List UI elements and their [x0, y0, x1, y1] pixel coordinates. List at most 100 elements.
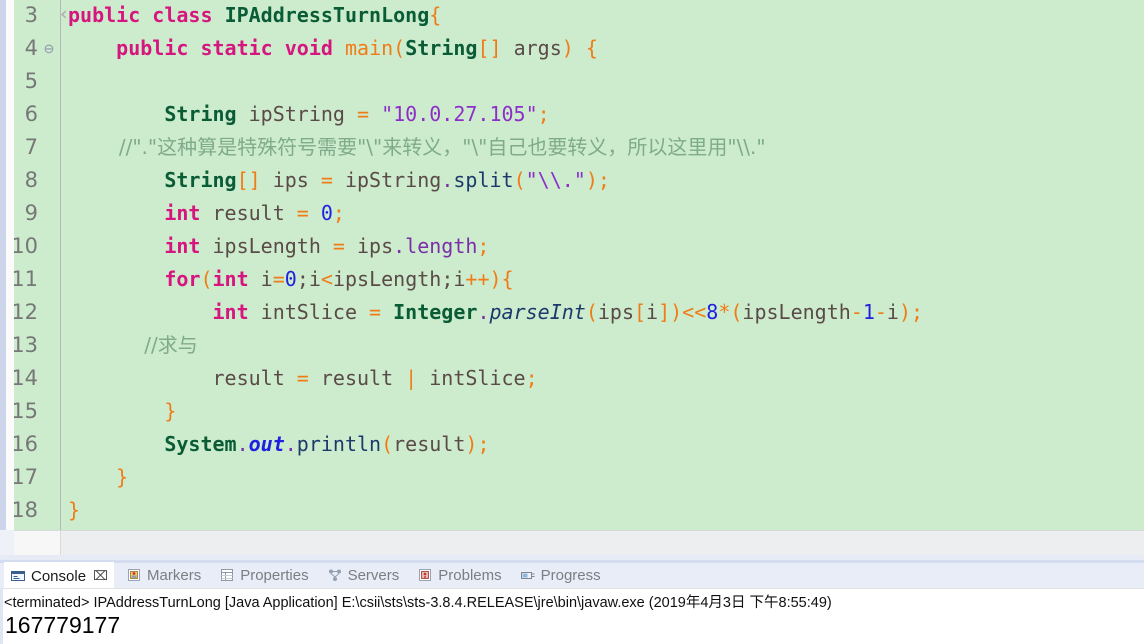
line-number: 18	[14, 498, 38, 522]
code-token: //求与	[144, 333, 198, 357]
code-token: System	[164, 432, 237, 456]
code-token: class	[152, 3, 213, 27]
console-launch-info: <terminated> IPAddressTurnLong [Java App…	[4, 595, 832, 611]
tab-properties[interactable]: Properties	[213, 562, 314, 588]
line-number-gutter[interactable]: 3 4 ⊖ 5 6 7 8 9 10 11 12 13 14 15 16 17 18	[14, 0, 61, 530]
tab-label: Markers	[147, 566, 202, 584]
code-line[interactable]: //"."这种算是特殊符号需要"\"来转义，"\"自己也要转义，所以这里用"\\…	[68, 131, 766, 164]
code-line[interactable]: int ipsLength = ips.length;	[68, 230, 489, 263]
code-token: ;	[537, 102, 550, 126]
tab-servers[interactable]: Servers	[321, 562, 406, 588]
code-token: )	[489, 267, 502, 291]
code-line[interactable]: String ipString = "10.0.27.105";	[68, 98, 550, 131]
line-number: 11	[14, 267, 38, 291]
tab-progress[interactable]: Progress	[514, 562, 607, 588]
code-token: parseInt	[489, 300, 586, 324]
code-token: for	[164, 267, 201, 291]
console-left-rail	[0, 588, 3, 644]
collapse-chevron-icon[interactable]: ‹	[60, 0, 68, 30]
code-token: public	[68, 3, 141, 27]
close-icon[interactable]: ⌧	[93, 568, 108, 584]
editor-marker-bar[interactable]	[6, 0, 14, 530]
code-text-area[interactable]: public class IPAddressTurnLong{ public s…	[62, 0, 1144, 530]
code-token: .	[393, 234, 406, 258]
code-token: (	[585, 300, 598, 324]
code-line[interactable]: result = result | intSlice;	[68, 362, 537, 395]
code-token: |	[405, 366, 418, 390]
code-token: "\\."	[525, 168, 586, 192]
code-line[interactable]: String[] ips = ipString.split("\\.");	[68, 164, 610, 197]
tab-label: Problems	[438, 566, 502, 584]
problems-icon	[417, 567, 433, 583]
code-token: .	[284, 432, 297, 456]
code-token: ;	[911, 300, 924, 324]
code-line[interactable]: int result = 0;	[68, 197, 345, 230]
code-token: (	[200, 267, 213, 291]
code-token: }	[68, 498, 81, 522]
code-line[interactable]: }	[68, 494, 80, 527]
code-line[interactable]: public static void main(String[] args) {	[68, 32, 598, 65]
code-token: intSlice	[248, 300, 370, 324]
tab-label: Properties	[240, 566, 309, 584]
code-token: (	[730, 300, 743, 324]
tab-markers[interactable]: Markers	[120, 562, 207, 588]
code-token: out	[248, 432, 285, 456]
code-token: "10.0.27.105"	[381, 102, 538, 126]
code-line[interactable]: //求与	[68, 329, 198, 362]
code-token: (	[393, 36, 406, 60]
line-number: 7	[24, 135, 38, 159]
tab-console[interactable]: Console ⌧	[4, 562, 115, 588]
servers-icon	[327, 567, 343, 583]
line-number: 5	[24, 69, 38, 93]
code-token: )	[898, 300, 912, 324]
code-token: int	[164, 234, 201, 258]
code-line[interactable]: }	[68, 461, 128, 494]
code-token: 8	[706, 300, 719, 324]
line-number: 4	[24, 36, 38, 60]
code-token: public	[116, 36, 189, 60]
code-line[interactable]: for(int i=0;i<ipsLength;i++){	[68, 263, 513, 296]
fold-collapse-icon[interactable]: ⊖	[41, 32, 57, 65]
code-editor-pane[interactable]: 3 4 ⊖ 5 6 7 8 9 10 11 12 13 14 15 16 17 18 public class …	[0, 0, 1144, 561]
line-number: 9	[24, 201, 38, 225]
code-token: )	[465, 432, 478, 456]
properties-icon	[219, 567, 235, 583]
code-token: )	[585, 168, 598, 192]
code-line[interactable]: public class IPAddressTurnLong{	[68, 0, 441, 32]
code-token: -	[850, 300, 863, 324]
code-token: result	[68, 366, 297, 390]
code-token: result	[393, 432, 466, 456]
code-token: ips	[597, 300, 634, 324]
console-output-text: 167779177	[5, 612, 121, 638]
code-line[interactable]: int intSlice = Integer.parseInt(ips[i])<…	[68, 296, 924, 329]
code-token: )	[670, 300, 683, 324]
bottom-tab-bar[interactable]: Console ⌧ Markers Properties Servers Problems…	[0, 560, 1144, 588]
code-token: }	[164, 399, 177, 423]
console-pane[interactable]: Console ⌧ Markers Properties Servers Problems…	[0, 560, 1144, 644]
code-token: i	[646, 300, 659, 324]
editor-body[interactable]: 3 4 ⊖ 5 6 7 8 9 10 11 12 13 14 15 16 17 18 public class …	[14, 0, 1144, 530]
line-number: 13	[14, 333, 38, 357]
code-token: void	[284, 36, 333, 60]
code-token: *	[718, 300, 731, 324]
code-token: {	[429, 3, 442, 27]
code-token: ipString	[236, 102, 357, 126]
code-line[interactable]: System.out.println(result);	[68, 428, 489, 461]
code-token: ipsLength	[742, 300, 851, 324]
code-line[interactable]: }	[68, 395, 176, 428]
code-token: {	[585, 36, 598, 60]
tab-problems[interactable]: Problems	[411, 562, 507, 588]
code-token: =	[272, 267, 285, 291]
